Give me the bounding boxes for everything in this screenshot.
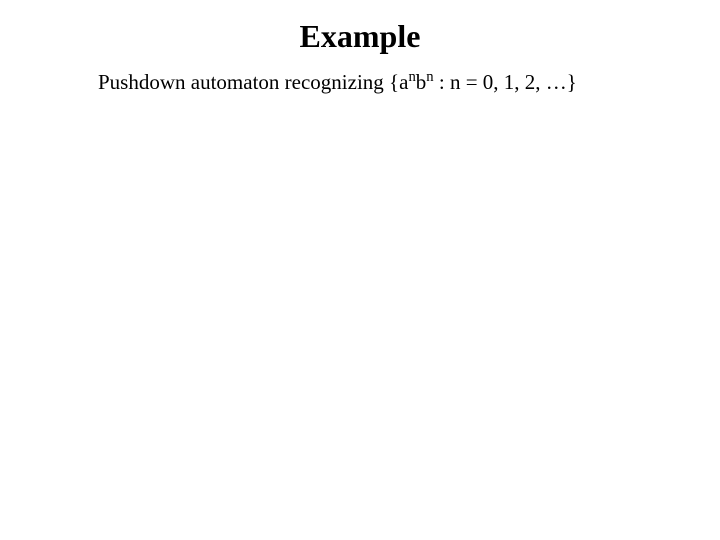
slide-subtitle: Pushdown automaton recognizing {anbn : n…: [98, 70, 577, 95]
subtitle-sup-1: n: [408, 69, 415, 85]
subtitle-mid-1: b: [416, 70, 427, 94]
slide-title: Example: [0, 18, 720, 55]
subtitle-sup-2: n: [426, 69, 433, 85]
subtitle-suffix: : n = 0, 1, 2, …}: [434, 70, 577, 94]
subtitle-prefix: Pushdown automaton recognizing {a: [98, 70, 408, 94]
